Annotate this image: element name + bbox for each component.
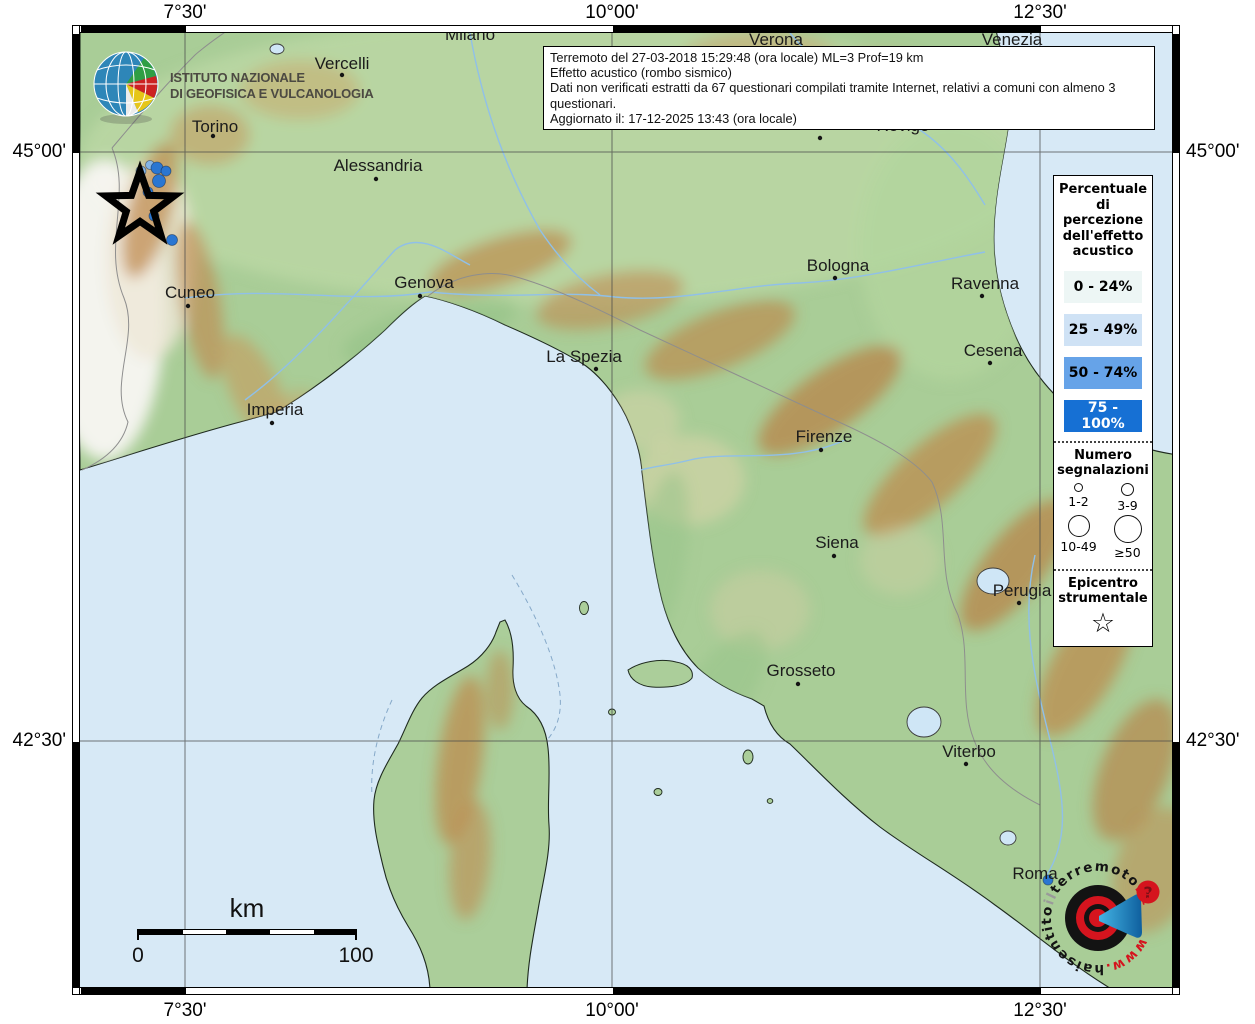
- city-label-siena: Siena: [815, 533, 859, 552]
- city-label-cesena: Cesena: [963, 341, 1023, 360]
- report-dot: [152, 174, 166, 188]
- coord-bottom-3: 12°30': [1013, 1000, 1067, 1021]
- event-effect-line: Effetto acustico (rombo sismico): [550, 65, 732, 81]
- signal-circle-50plus: [1113, 514, 1142, 543]
- legend-class-25-49: 25 - 49%: [1064, 313, 1142, 346]
- coord-left-2: 42°30': [12, 730, 67, 751]
- scale-unit-label: km: [229, 893, 265, 923]
- city-label-ravenna: Ravenna: [950, 274, 1020, 293]
- coord-bottom-2: 10°00': [585, 1000, 639, 1021]
- legend-signals-title: Numero segnalazioni: [1057, 447, 1149, 479]
- terrain-map: [80, 33, 1172, 987]
- city-label-bologna: Bologna: [806, 256, 870, 275]
- ingv-name-line2: DI GEOFISICA E VULCANOLOGIA: [170, 86, 374, 101]
- signal-label-10-49: 10-49: [1060, 538, 1097, 554]
- coord-top-1: 7°30': [163, 2, 207, 23]
- report-dot: [166, 234, 178, 246]
- city-label-grosseto: Grosseto: [766, 661, 836, 680]
- signal-circle-1-2: [1074, 482, 1083, 492]
- legend-title: Percentuale di percezione dell'effetto a…: [1058, 182, 1148, 259]
- coord-top-2: 10°00': [585, 2, 639, 23]
- legend-panel: Percentuale di percezione dell'effetto a…: [1053, 175, 1153, 647]
- signal-label-50plus: ≥50: [1114, 544, 1141, 560]
- scale-tick-start: [137, 929, 139, 940]
- legend-class-0-24: 0 - 24%: [1064, 270, 1142, 303]
- ingv-logo: ISTITUTO NAZIONALE DI GEOFISICA E VULCAN…: [86, 46, 374, 126]
- legend-signal-sizes: 1-2 3-9 10-49 ≥50: [1054, 482, 1152, 560]
- city-label-laspezia: La Spezia: [546, 347, 622, 366]
- city-label-cuneo: Cuneo: [164, 283, 216, 302]
- event-info-box: Terremoto del 27-03-2018 15:29:48 (ora l…: [543, 46, 1155, 131]
- event-updated-line: Aggiornato il: 17-12-2025 13:43 (ora loc…: [550, 110, 797, 126]
- map-frame-top: [72, 25, 1180, 33]
- epicenter-star-icon: ☆: [1090, 607, 1116, 639]
- legend-epicenter-title: Epicentro strumentale: [1058, 575, 1148, 607]
- coord-top-3: 12°30': [1013, 2, 1067, 23]
- scale-bar-segments: [138, 929, 356, 935]
- scale-tick-end: [355, 929, 357, 940]
- city-label-firenze: Firenze: [795, 427, 853, 446]
- map-frame-bottom: [72, 987, 1180, 995]
- city-label-imperia: Imperia: [246, 400, 304, 419]
- legend-separator-2: [1054, 568, 1152, 571]
- city-label-alessandria: Alessandria: [333, 156, 423, 175]
- city-label-perugia: Perugia: [992, 581, 1052, 600]
- map-canvas: Milano Torino Vercelli Cremona Verona Ve…: [80, 33, 1172, 987]
- coord-bottom-1: 7°30': [163, 1000, 207, 1021]
- legend-class-75-100: 75 - 100%: [1064, 399, 1142, 432]
- legend-separator: [1054, 440, 1152, 443]
- macroseismic-map-page: Milano Torino Vercelli Cremona Verona Ve…: [0, 0, 1255, 1024]
- event-data-line: Dati non verificati estratti da 67 quest…: [550, 80, 1116, 111]
- city-label-milano: Milano: [444, 33, 496, 44]
- report-dot: [160, 165, 172, 177]
- haisentitoilterremoto-logo: ? www.haisentitoilterremoto.it: [1039, 859, 1160, 977]
- event-title-line: Terremoto del 27-03-2018 15:29:48 (ora l…: [550, 50, 924, 65]
- scale-start-label: 0: [132, 944, 144, 967]
- map-frame-right: [1172, 25, 1180, 995]
- signal-label-3-9: 3-9: [1117, 497, 1138, 513]
- city-label-genova: Genova: [394, 273, 454, 292]
- signal-circle-3-9: [1121, 482, 1134, 496]
- signal-label-1-2: 1-2: [1068, 493, 1089, 509]
- ingv-name-line1: ISTITUTO NAZIONALE: [170, 70, 305, 85]
- scale-end-label: 100: [338, 944, 374, 967]
- city-label-viterbo: Viterbo: [942, 742, 996, 761]
- coord-right-2: 42°30': [1186, 730, 1240, 751]
- coord-left-1: 45°00': [12, 141, 67, 162]
- legend-class-50-74: 50 - 74%: [1064, 356, 1142, 389]
- coord-right-1: 45°00': [1186, 141, 1240, 162]
- map-frame-left: [72, 25, 80, 995]
- ingv-globe-icon: [93, 51, 159, 124]
- signal-circle-10-49: [1067, 514, 1090, 537]
